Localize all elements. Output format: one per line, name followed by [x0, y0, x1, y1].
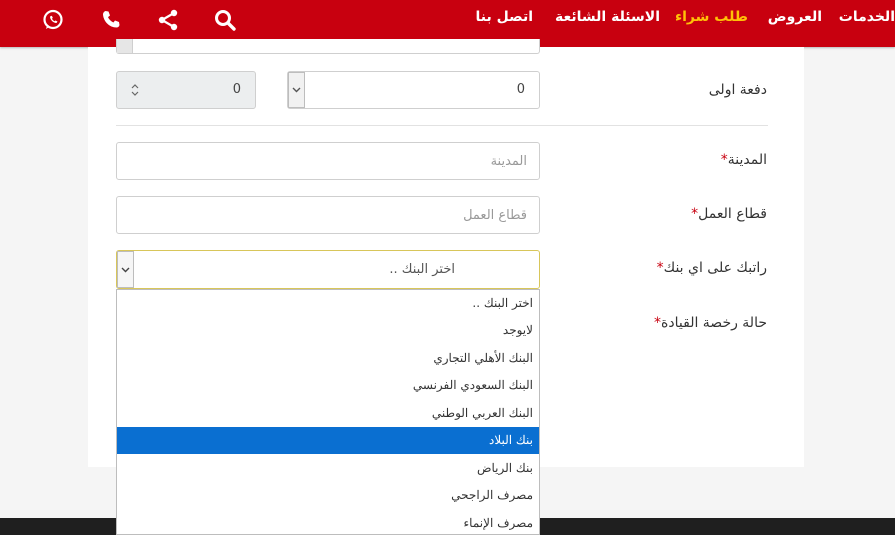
- nav-offers[interactable]: العروض: [768, 9, 822, 25]
- bank-option[interactable]: مصرف الإنماء: [117, 510, 539, 534]
- chevron-down-icon: [121, 267, 130, 272]
- bank-option[interactable]: مصرف الراجحي: [117, 482, 539, 509]
- phone-icon[interactable]: [99, 8, 123, 32]
- bank-option[interactable]: البنك الأهلي التجاري: [117, 345, 539, 372]
- previous-field[interactable]: [116, 39, 540, 54]
- chevron-down-icon: [292, 87, 301, 93]
- down-payment-percent-value: 0: [232, 82, 241, 97]
- sector-input[interactable]: [116, 196, 540, 234]
- whatsapp-icon[interactable]: [41, 8, 65, 32]
- nav-services[interactable]: الخدمات: [839, 9, 895, 25]
- down-payment-label: دفعة اولى: [708, 82, 767, 98]
- sector-label: قطاع العمل*: [691, 206, 767, 222]
- city-input[interactable]: [116, 142, 540, 180]
- bank-select[interactable]: اختر البنك ..: [116, 250, 540, 289]
- search-icon[interactable]: [213, 8, 237, 32]
- section-divider: [116, 125, 768, 126]
- down-payment-select[interactable]: 0: [287, 71, 540, 109]
- bank-option[interactable]: لايوجد: [117, 317, 539, 344]
- share-icon[interactable]: [156, 8, 180, 32]
- license-label: حالة رخصة القيادة*: [654, 315, 767, 331]
- nav-faq[interactable]: الاسئلة الشائعة: [555, 9, 660, 25]
- bank-option[interactable]: البنك العربي الوطني: [117, 400, 539, 427]
- nav-purchase-request[interactable]: طلب شراء: [675, 9, 748, 25]
- bank-select-value: اختر البنك ..: [389, 262, 455, 277]
- bank-option[interactable]: البنك السعودي الفرنسي: [117, 372, 539, 399]
- bank-dropdown-list: اختر البنك .. لايوجد البنك الأهلي التجار…: [116, 289, 540, 535]
- bank-option[interactable]: بنك الرياض: [117, 455, 539, 482]
- down-payment-arrow[interactable]: [288, 72, 305, 108]
- stepper-icon[interactable]: [131, 83, 139, 97]
- bank-select-arrow[interactable]: [117, 251, 134, 288]
- bank-option-highlighted[interactable]: بنك البلاد: [117, 427, 539, 454]
- down-payment-value: 0: [516, 82, 525, 97]
- city-label: المدينة*: [720, 152, 767, 168]
- bank-option[interactable]: اختر البنك ..: [117, 290, 539, 317]
- nav-contact[interactable]: اتصل بنا: [476, 9, 533, 25]
- bank-label: راتبك على اي بنك*: [656, 260, 767, 276]
- previous-field-arrow: [117, 39, 133, 53]
- down-payment-percent-input[interactable]: 0: [116, 71, 256, 109]
